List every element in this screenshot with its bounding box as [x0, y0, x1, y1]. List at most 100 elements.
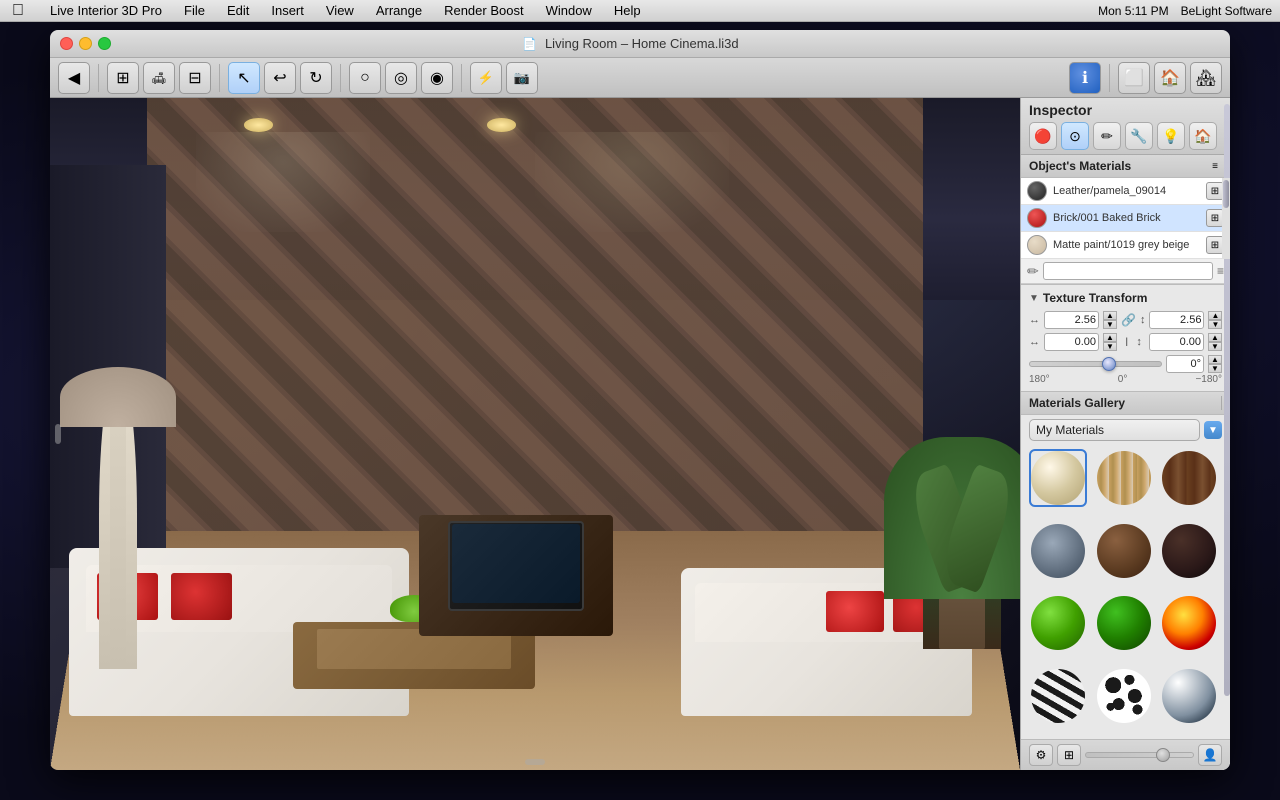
room-icon-tab[interactable]: 🏠 [1189, 122, 1217, 150]
gallery-item-dark[interactable] [1160, 522, 1218, 580]
texture-transform-title: Texture Transform [1043, 291, 1147, 305]
rotation-input[interactable] [1166, 355, 1204, 373]
gallery-item-stone-blue[interactable] [1029, 522, 1087, 580]
gallery-item-wood-light[interactable] [1095, 449, 1153, 507]
view-home-button[interactable]: 🏠 [1154, 62, 1186, 94]
back-wall [147, 98, 923, 535]
menu-renderbost[interactable]: Render Boost [440, 3, 528, 18]
gallery-item-green-bright[interactable] [1029, 594, 1087, 652]
height-up[interactable]: ▲ [1208, 311, 1222, 320]
material-row-leather[interactable]: Leather/pamela_09014 ⊞ [1021, 178, 1230, 205]
separator [98, 64, 99, 92]
height-down[interactable]: ▼ [1208, 320, 1222, 329]
menu-insert[interactable]: Insert [267, 3, 308, 18]
apple-menu[interactable]:  [8, 2, 28, 20]
gallery-size-slider[interactable] [1085, 752, 1194, 758]
design-button[interactable]: 🛋 [143, 62, 175, 94]
y-up[interactable]: ▲ [1208, 333, 1222, 342]
render-button[interactable]: 📷 [506, 62, 538, 94]
x-label: ↔ [1029, 336, 1040, 348]
x-down[interactable]: ▼ [1103, 342, 1117, 351]
gallery-item-zebra[interactable] [1029, 667, 1087, 725]
separator4 [461, 64, 462, 92]
rotation-down[interactable]: ▼ [1208, 364, 1222, 373]
menu-app[interactable]: Live Interior 3D Pro [46, 3, 166, 18]
sphere-icon-tab[interactable]: ⊙ [1061, 122, 1089, 150]
y-input[interactable] [1149, 333, 1204, 351]
materials-scrollbar-thumb[interactable] [1223, 180, 1229, 208]
edit-icon-tab[interactable]: ✏ [1093, 122, 1121, 150]
scene-background [50, 98, 1020, 770]
view-2d-button[interactable]: ⬜ [1118, 62, 1150, 94]
settings-icon-tab[interactable]: 🔧 [1125, 122, 1153, 150]
gallery-user-btn[interactable]: 👤 [1198, 744, 1222, 766]
material-search-input[interactable] [1043, 262, 1213, 280]
height-input[interactable] [1149, 311, 1204, 329]
height-stepper: ▲ ▼ [1208, 311, 1222, 329]
menu-edit[interactable]: Edit [223, 3, 253, 18]
x-up[interactable]: ▲ [1103, 333, 1117, 342]
gallery-item-green-dark[interactable] [1095, 594, 1153, 652]
toggle-arrow[interactable]: ▼ [1029, 293, 1039, 304]
point-light-button[interactable]: ○ [349, 62, 381, 94]
materials-icon-tab[interactable]: 🔴 [1029, 122, 1057, 150]
gallery-item-fire[interactable] [1160, 594, 1218, 652]
width-up[interactable]: ▲ [1103, 311, 1117, 320]
gallery-item-spots[interactable] [1095, 667, 1153, 725]
spot-light-button[interactable]: ◎ [385, 62, 417, 94]
rotation-thumb[interactable] [1102, 357, 1116, 371]
view-3d-button[interactable]: 🏘 [1190, 62, 1222, 94]
gallery-dropdown-row: My Materials Default Materials Stone & C… [1029, 419, 1222, 441]
material-swatch-2 [1027, 208, 1047, 228]
3d-viewport[interactable] [50, 98, 1020, 770]
material-wood-dark [1162, 451, 1216, 505]
menu-file[interactable]: File [180, 3, 209, 18]
gallery-settings-btn[interactable]: ⚙ [1029, 744, 1053, 766]
menu-view[interactable]: View [322, 3, 358, 18]
gallery-item-wood-dark[interactable] [1160, 449, 1218, 507]
vertical-scrollbar[interactable] [55, 424, 61, 444]
material-row-matte[interactable]: Matte paint/1019 grey beige ⊞ [1021, 232, 1230, 259]
gallery-size-thumb[interactable] [1156, 748, 1170, 762]
dropdown-arrow-btn[interactable]: ▼ [1204, 421, 1222, 439]
y-label: ↕ [1136, 336, 1145, 348]
walk-mode-button[interactable]: ⚡ [470, 62, 502, 94]
gallery-item-beige[interactable] [1029, 449, 1087, 507]
width-down[interactable]: ▼ [1103, 320, 1117, 329]
menu-help[interactable]: Help [610, 3, 645, 18]
gallery-item-wood-brown[interactable] [1095, 522, 1153, 580]
info-button[interactable]: ℹ [1069, 62, 1101, 94]
gallery-view-btn[interactable]: ⊞ [1057, 744, 1081, 766]
floor-plan-button[interactable]: ⊞ [107, 62, 139, 94]
menu-window[interactable]: Window [542, 3, 596, 18]
rotate-button[interactable]: ↻ [300, 62, 332, 94]
light-icon-tab[interactable]: 💡 [1157, 122, 1185, 150]
y-down[interactable]: ▼ [1208, 342, 1222, 351]
rotation-slider[interactable] [1029, 361, 1162, 367]
move-button[interactable]: ↩ [264, 62, 296, 94]
gallery-title: Materials Gallery [1029, 396, 1125, 410]
list-view-icon[interactable]: ≡ [1217, 264, 1224, 278]
x-input[interactable] [1044, 333, 1099, 351]
width-input[interactable] [1044, 311, 1099, 329]
gallery-divider [1221, 396, 1222, 410]
maximize-button[interactable] [98, 37, 111, 50]
area-light-button[interactable]: ◉ [421, 62, 453, 94]
select-button[interactable]: ↖ [228, 62, 260, 94]
material-name-2: Brick/001 Baked Brick [1053, 212, 1200, 224]
minimize-button[interactable] [79, 37, 92, 50]
transform-xy-row: ↔ ▲ ▼ I ↕ ▲ ▼ [1029, 333, 1222, 351]
menu-arrange[interactable]: Arrange [372, 3, 426, 18]
gallery-dropdown[interactable]: My Materials Default Materials Stone & C… [1029, 419, 1200, 441]
layout-button[interactable]: ⊟ [179, 62, 211, 94]
gallery-item-chrome[interactable] [1160, 667, 1218, 725]
close-button[interactable] [60, 37, 73, 50]
horizontal-scrollbar[interactable] [525, 759, 545, 765]
link-icon[interactable]: 🔗 [1121, 313, 1136, 327]
materials-list-icon[interactable]: ≡ [1208, 159, 1222, 173]
rotation-up[interactable]: ▲ [1208, 355, 1222, 364]
back-button[interactable]: ◀ [58, 62, 90, 94]
label-neg180: −180° [1195, 374, 1222, 385]
material-fire [1162, 596, 1216, 650]
material-row-brick[interactable]: Brick/001 Baked Brick ⊞ [1021, 205, 1230, 232]
